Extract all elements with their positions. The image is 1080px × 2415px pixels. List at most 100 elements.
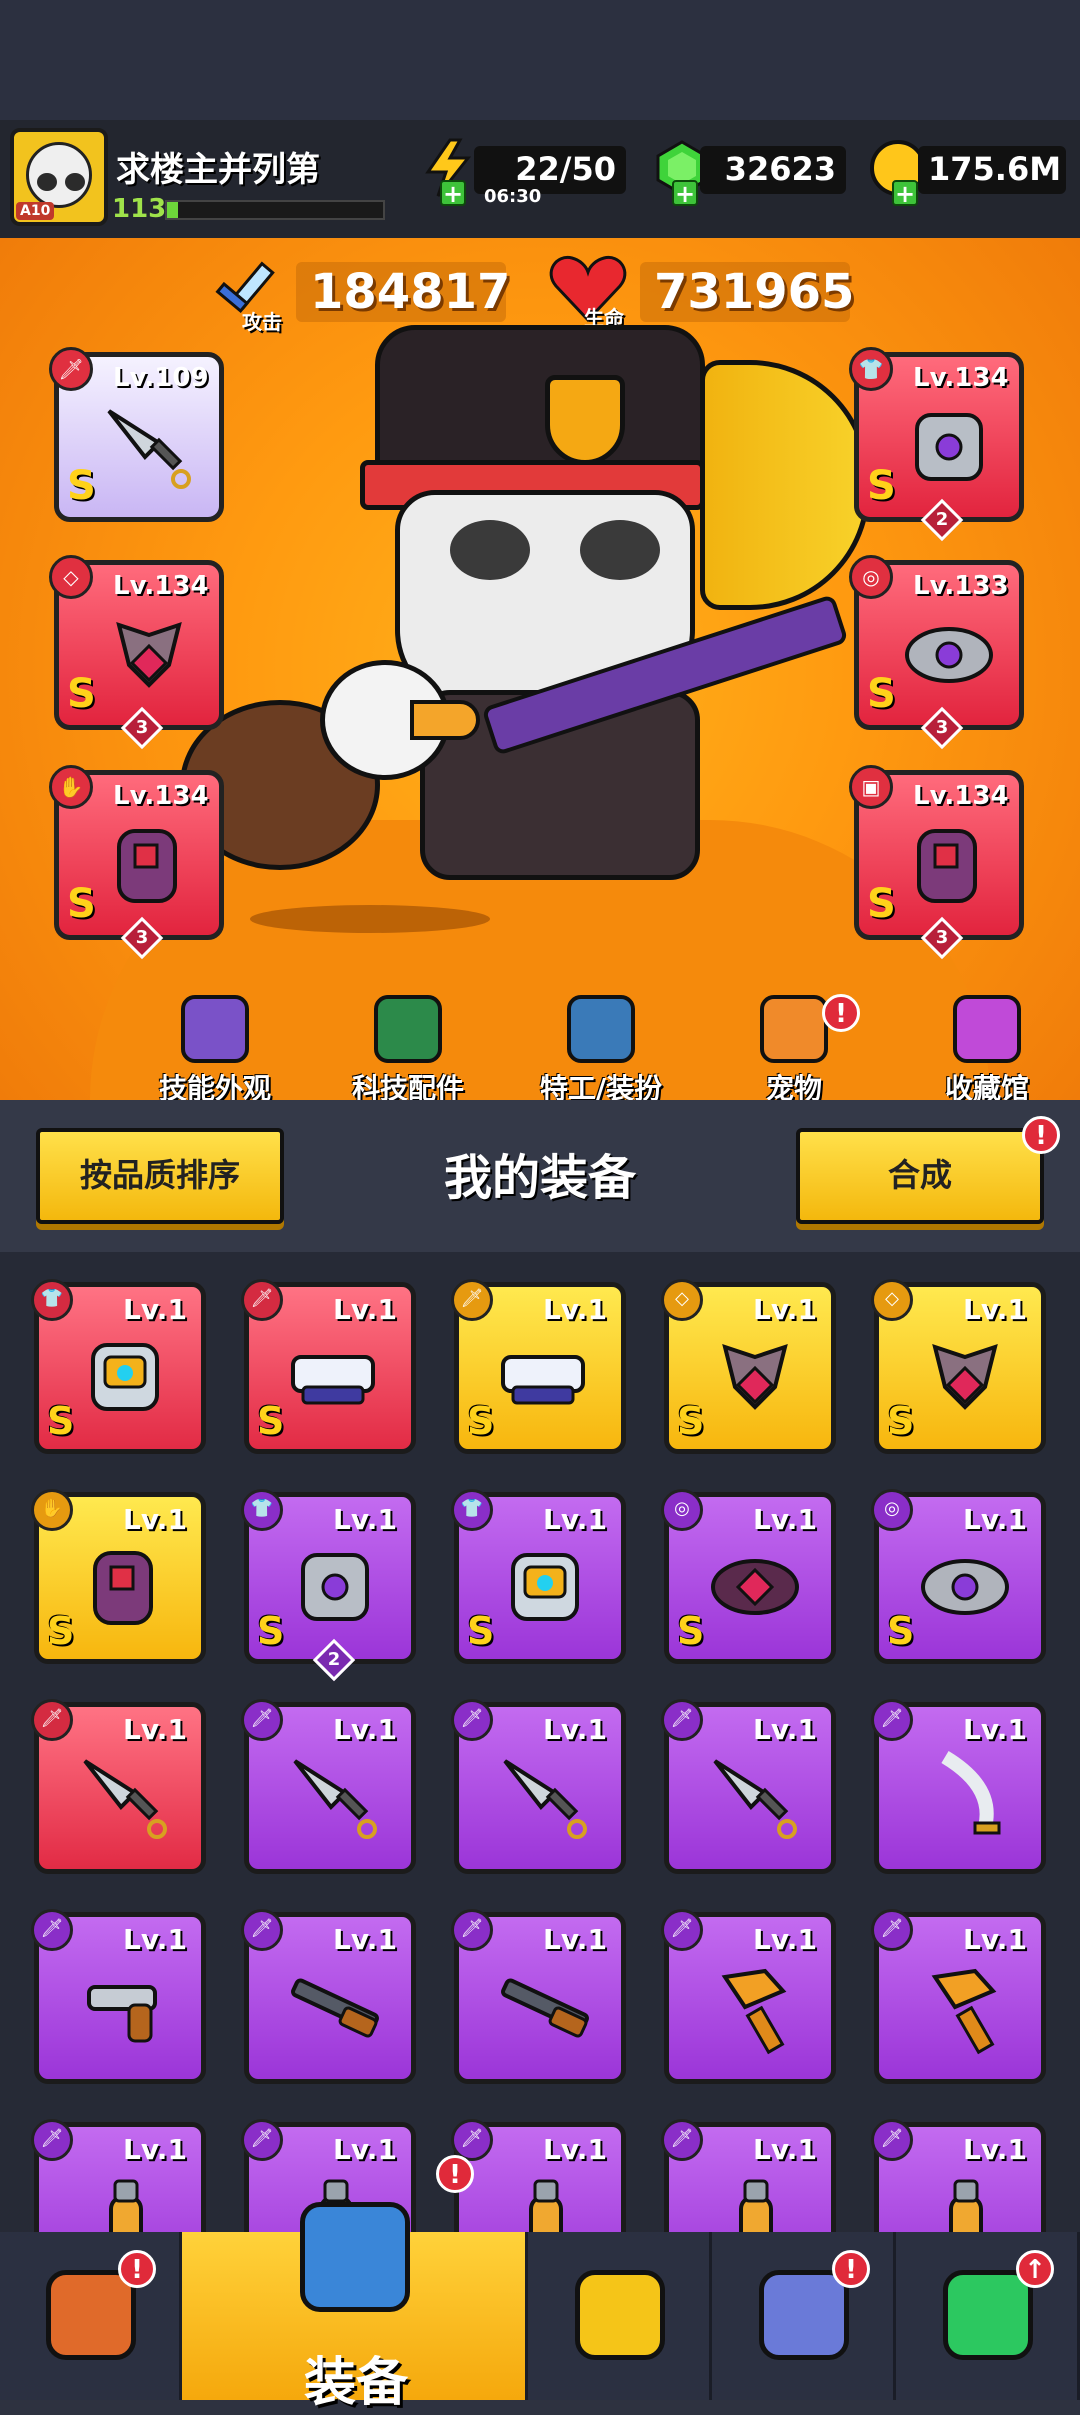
inventory-item[interactable]: 🗡 Lv.1 (241, 1699, 416, 1874)
weapon-slot-icon: 🗡 (31, 2119, 73, 2161)
add-gems-button[interactable]: + (672, 180, 698, 206)
grade-s-label: S (887, 1609, 915, 1653)
item-level: Lv.1 (543, 1503, 607, 1536)
tab-eggs[interactable] (712, 2232, 896, 2400)
equipped-slot-weapon[interactable]: 🗡 Lv.109 S (49, 347, 224, 522)
weapon-slot-icon: 🗡 (241, 1909, 283, 1951)
inventory-item[interactable]: ◎ Lv.1 S (661, 1489, 836, 1664)
hero-menu-agent-costume[interactable]: 特工/装扮 (521, 995, 681, 1107)
pet-shadow (250, 905, 490, 933)
item-level: Lv.1 (333, 1713, 397, 1746)
item-level: Lv.133 (913, 571, 1009, 601)
hero-menu-collection-chest[interactable]: 收藏馆 (907, 995, 1067, 1107)
blaster-icon (495, 1327, 595, 1427)
item-level: Lv.1 (543, 1293, 607, 1326)
hero-eye (450, 520, 530, 580)
equipped-slot-boots[interactable]: ▣ Lv.134 S 3 (849, 765, 1024, 960)
inventory-item[interactable]: 🗡 Lv.1 S (241, 1279, 416, 1454)
inventory-item[interactable]: 🗡 Lv.1 (31, 1699, 206, 1874)
inventory-item[interactable]: 🗡 Lv.1 S (451, 1279, 626, 1454)
equipped-slot-glove[interactable]: ✋ Lv.134 S 3 (49, 765, 224, 960)
inventory-item[interactable]: 🗡 Lv.1 (661, 1909, 836, 2084)
inventory-item[interactable]: 🗡 Lv.1 (451, 2119, 626, 2232)
inventory-item[interactable]: 🗡 Lv.1 (661, 2119, 836, 2232)
hero-menu-skill-skin[interactable]: 技能外观 (135, 995, 295, 1107)
xp-bar (165, 200, 385, 220)
inventory-item[interactable]: 🗡 Lv.1 (241, 1909, 416, 2084)
tab-evolution[interactable] (896, 2232, 1080, 2400)
armor-slot-icon: 👕 (451, 1489, 493, 1531)
player-name: 求楼主并列第 (116, 150, 320, 190)
inventory-item[interactable]: ◇ Lv.1 S (661, 1279, 836, 1454)
grade-s-label: S (67, 671, 96, 717)
belt-slot-icon: ◎ (871, 1489, 913, 1531)
weapon-slot-icon: 🗡 (451, 1279, 493, 1321)
attack-label: 攻击 (242, 310, 282, 334)
add-energy-button[interactable]: + (440, 180, 466, 206)
necklace-slot-icon: ◇ (661, 1279, 703, 1321)
inventory-item[interactable]: 👕 Lv.1 S (451, 1489, 626, 1664)
item-level: Lv.1 (123, 1503, 187, 1536)
grade-s-label: S (67, 463, 96, 509)
item-level: Lv.1 (753, 1923, 817, 1956)
armor-icon (75, 1327, 175, 1427)
weapon-slot-icon: 🗡 (31, 1909, 73, 1951)
inventory-item[interactable]: 🗡 Lv.1 (661, 1699, 836, 1874)
item-level: Lv.1 (963, 2133, 1027, 2166)
tab-battle[interactable] (528, 2232, 712, 2400)
inventory-item[interactable]: ◎ Lv.1 S (871, 1489, 1046, 1664)
inventory-item[interactable]: 🗡 Lv.1 (871, 1909, 1046, 2084)
inventory-item[interactable]: 🗡 Lv.1 (31, 1909, 206, 2084)
bat-icon (495, 2167, 595, 2232)
merge-button[interactable]: 合成 (796, 1128, 1044, 1224)
equipped-slot-belt[interactable]: ◎ Lv.133 S 3 (849, 555, 1024, 750)
weapon-slot-icon: 🗡 (451, 1699, 493, 1741)
tab-equipment-label: 装备 (303, 2353, 408, 2413)
shop-icon (46, 2270, 136, 2360)
crossed-swords-star-icon (575, 2270, 665, 2360)
gold-counter: 175.6M (918, 146, 1066, 194)
item-count-badge: 2 (312, 1638, 356, 1682)
add-gold-button[interactable]: + (892, 180, 918, 206)
sort-by-quality-button[interactable]: 按品质排序 (36, 1128, 284, 1224)
panda-face-icon (26, 142, 92, 208)
tab-shop-badge: ! (118, 2250, 156, 2288)
pet-alert-badge: ! (822, 994, 860, 1032)
belt-grey-icon (915, 1537, 1015, 1637)
inventory-item[interactable]: ◇ Lv.1 S (871, 1279, 1046, 1454)
weapon-slot-icon: 🗡 (661, 2119, 703, 2161)
hero-menu-tech-part[interactable]: 科技配件 (328, 995, 488, 1107)
equipment-bag-icon (300, 2202, 410, 2312)
inventory-item[interactable]: 🗡 Lv.1 (31, 2119, 206, 2232)
item-level: Lv.134 (113, 571, 209, 601)
equipped-slot-necklace[interactable]: ◇ Lv.134 S 3 (49, 555, 224, 750)
inventory-item[interactable]: 👕 Lv.1 S 2 (241, 1489, 416, 1682)
inventory-item[interactable]: ✋ Lv.1 S (31, 1489, 206, 1664)
weapon-slot-icon: 🗡 (871, 1909, 913, 1951)
hero-eye (580, 520, 660, 580)
inventory-item[interactable]: 👕 Lv.1 S (31, 1279, 206, 1454)
player-avatar[interactable]: A10 (10, 128, 108, 226)
grade-s-label: S (677, 1609, 705, 1653)
necklace-slot-icon: ◇ (871, 1279, 913, 1321)
boots-item-icon (899, 815, 994, 910)
grade-s-label: S (867, 463, 896, 509)
tab-shop[interactable] (0, 2232, 182, 2400)
weapon-slot-icon: 🗡 (241, 1699, 283, 1741)
item-level: Lv.1 (963, 1293, 1027, 1326)
agent-costume-icon (567, 995, 635, 1063)
skill-skin-icon (181, 995, 249, 1063)
item-level: Lv.1 (753, 1713, 817, 1746)
dna-capsule-icon (943, 2270, 1033, 2360)
inventory-item[interactable]: 🗡 Lv.1 (451, 1909, 626, 2084)
belt-slot-icon: ◎ (849, 555, 893, 599)
item-level: Lv.1 (543, 1713, 607, 1746)
inventory-item[interactable]: 🗡 Lv.1 (871, 2119, 1046, 2232)
equipped-slot-armor[interactable]: 👕 Lv.134 S 2 (849, 347, 1024, 542)
item-level: Lv.1 (123, 1923, 187, 1956)
revolver-icon (75, 1957, 175, 2057)
inventory-item[interactable]: 🗡 Lv.1 (451, 1699, 626, 1874)
inventory-item[interactable]: 🗡 Lv.1 (871, 1699, 1046, 1874)
sword-icon (915, 1747, 1015, 1847)
hp-value: 731965 (640, 262, 854, 322)
